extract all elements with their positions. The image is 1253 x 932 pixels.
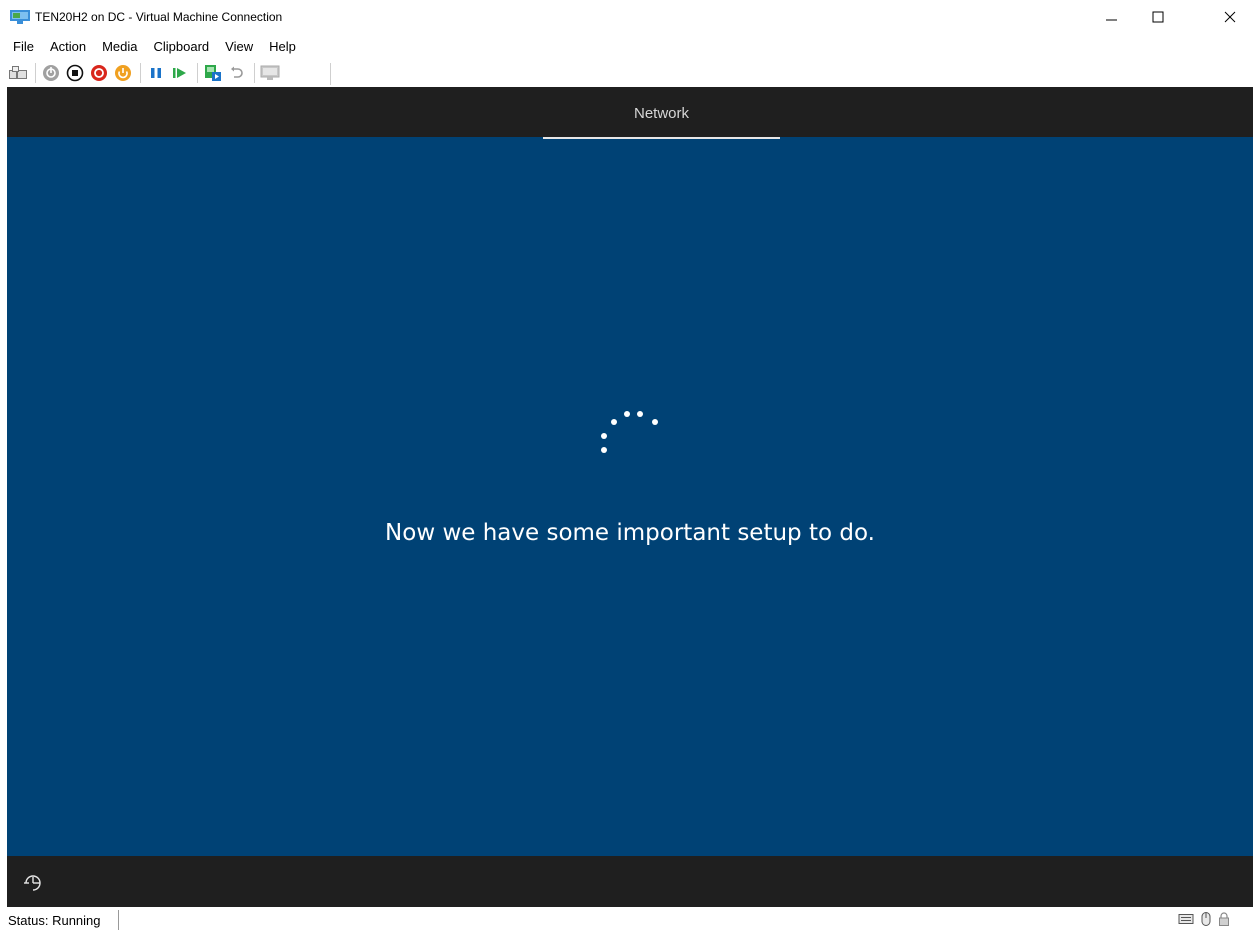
minimize-button[interactable] bbox=[1089, 0, 1135, 34]
close-button[interactable] bbox=[1207, 0, 1253, 34]
checkpoint-button[interactable] bbox=[203, 63, 223, 83]
pause-button[interactable] bbox=[146, 63, 166, 83]
shut-down-button[interactable] bbox=[89, 63, 109, 83]
toolbar-separator bbox=[35, 63, 36, 83]
maximize-button[interactable] bbox=[1135, 0, 1181, 34]
revert-icon bbox=[231, 66, 243, 78]
oobe-bottom-bar bbox=[7, 856, 1253, 907]
menu-view[interactable]: View bbox=[225, 39, 253, 54]
status-text: Status: Running bbox=[8, 913, 101, 928]
start-button[interactable] bbox=[41, 63, 61, 83]
mouse-icon bbox=[1201, 912, 1211, 926]
toolbar-separator bbox=[197, 63, 198, 83]
start-icon bbox=[43, 65, 59, 81]
tab-network-label: Network bbox=[633, 105, 689, 122]
oobe-top-bar: Network bbox=[7, 87, 1253, 139]
setup-message: Now we have some important setup to do. bbox=[385, 520, 875, 546]
vm-screen[interactable]: Network Now we have some important setup… bbox=[7, 87, 1253, 907]
revert-button[interactable] bbox=[227, 63, 247, 83]
status-bar: Status: Running bbox=[0, 907, 1253, 932]
minimize-icon bbox=[1106, 19, 1117, 21]
tab-network: Network bbox=[543, 87, 780, 139]
pause-icon bbox=[151, 68, 161, 78]
lock-icon bbox=[1219, 912, 1229, 926]
toolbar-end-separator bbox=[330, 63, 331, 85]
resume-icon bbox=[173, 68, 186, 78]
status-separator bbox=[118, 910, 119, 930]
keyboard-icon bbox=[1178, 914, 1194, 924]
ctrl-alt-del-button[interactable] bbox=[8, 63, 28, 83]
menu-file[interactable]: File bbox=[13, 39, 34, 54]
menu-media[interactable]: Media bbox=[102, 39, 137, 54]
resume-button[interactable] bbox=[170, 63, 190, 83]
toolbar-separator bbox=[140, 63, 141, 83]
maximize-icon bbox=[1152, 11, 1164, 23]
shut-down-icon bbox=[91, 65, 107, 81]
enhanced-session-icon bbox=[260, 65, 280, 80]
enhanced-session-button[interactable] bbox=[260, 63, 280, 83]
turn-off-icon bbox=[66, 64, 84, 82]
menu-clipboard[interactable]: Clipboard bbox=[154, 39, 210, 54]
toolbar bbox=[0, 59, 340, 87]
ctrl-alt-del-icon bbox=[9, 66, 27, 79]
save-icon bbox=[115, 65, 131, 81]
turn-off-button[interactable] bbox=[65, 63, 85, 83]
checkpoint-icon bbox=[205, 65, 221, 81]
loading-spinner-icon bbox=[601, 411, 658, 453]
menu-help[interactable]: Help bbox=[269, 39, 296, 54]
vm-connection-icon bbox=[10, 10, 30, 24]
save-button[interactable] bbox=[113, 63, 133, 83]
menu-action[interactable]: Action bbox=[50, 39, 86, 54]
close-icon bbox=[1224, 11, 1236, 23]
ease-of-access-icon[interactable] bbox=[22, 872, 44, 894]
menu-bar: File Action Media Clipboard View Help bbox=[0, 34, 1253, 58]
window-title: TEN20H2 on DC - Virtual Machine Connecti… bbox=[35, 10, 283, 24]
toolbar-separator bbox=[254, 63, 255, 83]
title-bar: TEN20H2 on DC - Virtual Machine Connecti… bbox=[0, 0, 1253, 34]
